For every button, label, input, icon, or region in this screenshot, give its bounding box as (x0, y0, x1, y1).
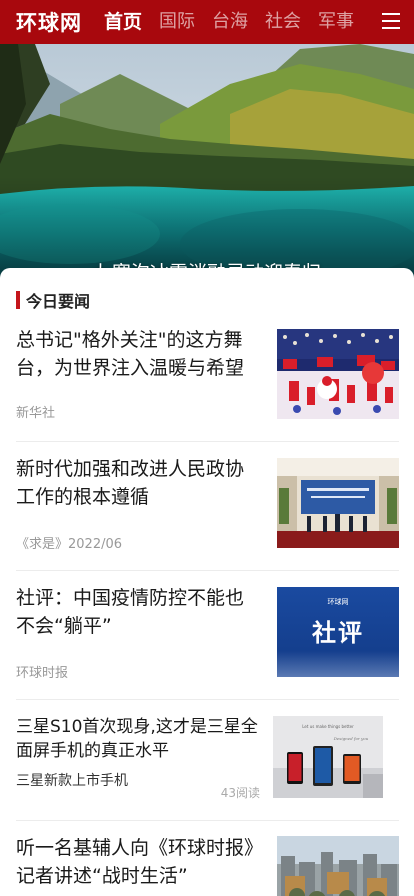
tab-international[interactable]: 国际 (159, 0, 195, 44)
news-item[interactable]: 新时代加强和改进人民政协工作的根本遵循 《求是》2022/06 (16, 455, 399, 555)
divider (16, 441, 399, 442)
news-title[interactable]: 听一名基辅人向《环球时报》记者讲述“战时生活” (16, 834, 262, 890)
news-source: 新华社 (16, 406, 56, 421)
divider (16, 820, 399, 821)
divider (16, 570, 399, 571)
news-title[interactable]: 总书记"格外关注"的这方舞台，为世界注入温暖与希望 (16, 326, 262, 382)
news-feed: 今日要闻 总书记"格外关注"的这方舞台，为世界注入温暖与希望 新华社 新时代加强… (0, 268, 414, 896)
site-logo[interactable]: 环球网 (16, 7, 94, 37)
svg-text:Designed for you: Designed for you (333, 736, 369, 741)
news-source: 《求是》2022/06 (16, 537, 123, 552)
news-item[interactable]: 社评：中国疫情防控不能也不会“躺平” 环球时报 环球网 社评 (16, 584, 399, 684)
news-thumbnail[interactable]: 环球网 社评 (277, 587, 399, 677)
tab-home[interactable]: 首页 (104, 0, 142, 44)
news-item[interactable]: 听一名基辅人向《环球时报》记者讲述“战时生活” (16, 834, 399, 896)
news-title[interactable]: 新时代加强和改进人民政协工作的根本遵循 (16, 455, 262, 511)
channel-tabs: 首页 国际 台海 社会 军事 (104, 0, 371, 44)
hero-carousel[interactable]: 九寨沟冰雪消融灵动迎春归 (0, 44, 414, 284)
hero-landscape-image (0, 44, 414, 284)
section-title: 今日要闻 (26, 292, 91, 311)
read-count: 43阅读 (220, 786, 260, 800)
news-subtitle: 三星新款上市手机 (16, 773, 128, 789)
section-header: 今日要闻 (16, 290, 91, 311)
hamburger-menu-icon[interactable] (382, 12, 400, 30)
news-item[interactable]: 总书记"格外关注"的这方舞台，为世界注入温暖与希望 新华社 (16, 326, 399, 426)
tab-society[interactable]: 社会 (265, 0, 301, 44)
thumbnail-logo: 环球网 (327, 598, 349, 606)
section-accent-bar (16, 291, 20, 309)
news-thumbnail[interactable] (277, 329, 399, 419)
news-source: 环球时报 (16, 666, 69, 681)
news-thumbnail[interactable] (277, 458, 399, 548)
divider (16, 699, 399, 700)
news-thumbnail[interactable] (277, 836, 399, 896)
tab-taiwan-strait[interactable]: 台海 (212, 0, 248, 44)
tab-military[interactable]: 军事 (318, 0, 354, 44)
news-item[interactable]: 三星S10首次现身,这才是三星全面屏手机的真正水平 三星新款上市手机 43阅读 … (16, 715, 399, 805)
news-title[interactable]: 三星S10首次现身,这才是三星全面屏手机的真正水平 (16, 715, 266, 763)
svg-text:Let us make things better: Let us make things better (302, 724, 354, 729)
news-thumbnail[interactable]: Let us make things better Designed for y… (273, 716, 383, 798)
top-bar: 环球网 首页 国际 台海 社会 军事 (0, 0, 414, 44)
thumbnail-text: 社评 (312, 619, 364, 647)
news-title[interactable]: 社评：中国疫情防控不能也不会“躺平” (16, 584, 262, 640)
